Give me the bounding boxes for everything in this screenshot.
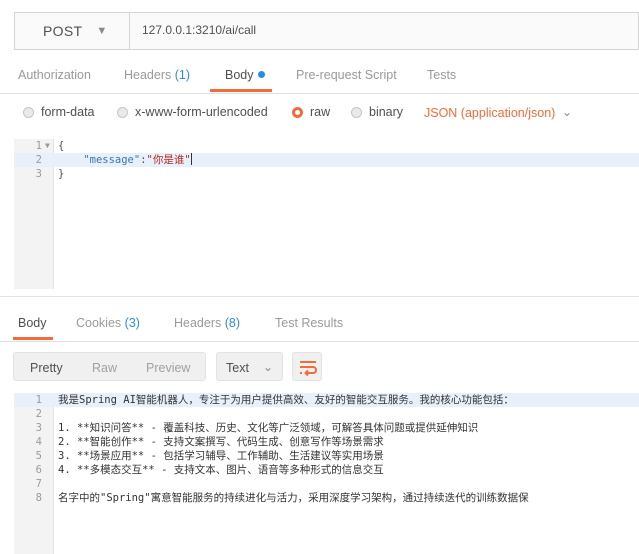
request-url-bar: POST ▼ 127.0.0.1:3210/ai/call <box>14 12 639 50</box>
line-number: 5 <box>35 450 42 462</box>
line-number: 2 <box>35 154 42 166</box>
tab-response-headers-label: Headers <box>174 316 222 330</box>
wrap-lines-icon <box>300 361 317 377</box>
content-type-select[interactable]: JSON (application/json) <box>424 106 555 120</box>
radio-urlencoded[interactable]: x-www-form-urlencoded <box>117 105 268 119</box>
code-line: 3 } <box>14 167 639 181</box>
json-value: "你是谁" <box>146 154 191 166</box>
response-text: 我是Spring AI智能机器人，专注于为用户提供高效、友好的智能交互服务。我的… <box>58 394 514 406</box>
radio-raw-label: raw <box>310 105 331 119</box>
chevron-down-icon[interactable]: ⌄ <box>562 105 572 119</box>
tab-cookies-label: Cookies <box>76 316 122 330</box>
chevron-down-icon: ⌄ <box>263 360 274 374</box>
tab-tests[interactable]: Tests <box>427 68 456 82</box>
response-toolbar: Pretty Raw Preview Text ⌄ <box>0 350 639 384</box>
response-line: 3 1. **知识问答** - 覆盖科技、历史、文化等广泛领域，可解答具体问题或提… <box>14 421 639 435</box>
response-text: 1. **知识问答** - 覆盖科技、历史、文化等广泛领域，可解答具体问题或提供… <box>58 422 479 434</box>
radio-form-data-label: form-data <box>41 105 95 119</box>
tab-response-body[interactable]: Body <box>18 316 47 330</box>
response-text: 4. **多模态交互** - 支持文本、图片、语音等多种形式的信息交互 <box>58 464 384 476</box>
raw-button[interactable]: Raw <box>92 361 117 375</box>
tab-authorization[interactable]: Authorization <box>18 68 91 82</box>
line-number: 6 <box>35 464 42 476</box>
line-number: 2 <box>35 408 42 420</box>
text-cursor <box>190 153 192 165</box>
radio-raw[interactable]: raw <box>292 105 330 119</box>
radio-form-data[interactable]: form-data <box>23 105 95 119</box>
format-label: Text <box>226 361 249 375</box>
response-line: 5 3. **场景应用** - 包括学习辅导、工作辅助、生活建议等实用场景 <box>14 449 639 463</box>
tab-headers-label: Headers <box>124 68 172 82</box>
method-label: POST <box>43 23 83 39</box>
radio-circle-icon <box>23 106 34 118</box>
line-number: 3 <box>35 422 42 434</box>
response-line: 7 <box>14 477 639 491</box>
code-text: } <box>58 168 65 180</box>
code-line: 1 ▼ { <box>14 139 639 153</box>
response-text: 3. **场景应用** - 包括学习辅导、工作辅助、生活建议等实用场景 <box>58 450 384 462</box>
format-select[interactable]: Text ⌄ <box>216 352 283 381</box>
chevron-down-icon: ▼ <box>96 25 108 37</box>
view-mode-segmented: Pretty Raw Preview <box>13 352 206 381</box>
line-number: 1 <box>35 394 42 406</box>
json-key: "message" <box>83 154 141 166</box>
wrap-lines-button[interactable] <box>292 352 322 381</box>
tab-response-headers[interactable]: Headers (8) <box>174 316 240 330</box>
line-number: 3 <box>35 168 42 180</box>
fold-arrow-icon[interactable]: ▼ <box>45 139 50 153</box>
tab-response-headers-count: (8) <box>224 316 241 330</box>
request-body-editor[interactable]: 1 ▼ { 2 "message":"你是谁" 3 } <box>14 139 639 289</box>
response-line: 6 4. **多模态交互** - 支持文本、图片、语音等多种形式的信息交互 <box>14 463 639 477</box>
tab-body-label: Body <box>225 68 254 82</box>
radio-circle-icon <box>351 106 362 118</box>
response-line: 4 2. **智能创作** - 支持文案撰写、代码生成、创意写作等场景需求 <box>14 435 639 449</box>
url-input[interactable]: 127.0.0.1:3210/ai/call <box>142 23 256 37</box>
tab-cookies[interactable]: Cookies (3) <box>76 316 140 330</box>
line-number: 4 <box>35 436 42 448</box>
radio-binary-label: binary <box>369 105 404 119</box>
tab-cookies-count: (3) <box>124 316 140 330</box>
modified-dot-icon <box>257 71 265 78</box>
tab-test-results[interactable]: Test Results <box>275 316 343 330</box>
radio-urlencoded-label: x-www-form-urlencoded <box>135 105 268 119</box>
method-select[interactable]: POST ▼ <box>15 13 130 49</box>
response-text: 名字中的"Spring"寓意智能服务的持续进化与活力，采用深度学习架构，通过持续… <box>58 492 529 504</box>
active-tab-underline <box>210 89 272 92</box>
code-line-active: 2 "message":"你是谁" <box>14 153 639 167</box>
radio-circle-icon <box>117 106 128 118</box>
tab-headers[interactable]: Headers (1) <box>124 68 190 82</box>
response-line: 1 我是Spring AI智能机器人，专注于为用户提供高效、友好的智能交互服务。我… <box>14 393 639 407</box>
code-text: { <box>58 140 65 152</box>
tab-headers-count: (1) <box>174 68 191 82</box>
line-number: 7 <box>35 478 42 490</box>
response-body-viewer[interactable]: 1 我是Spring AI智能机器人，专注于为用户提供高效、友好的智能交互服务。我… <box>14 393 639 554</box>
body-type-radios: form-data x-www-form-urlencoded raw bina… <box>0 96 639 128</box>
pane-divider[interactable] <box>0 296 639 297</box>
response-tabs: Body Cookies (3) Headers (8) Test Result… <box>0 306 639 342</box>
radio-selected-icon <box>292 106 303 118</box>
line-number: 1 <box>35 140 42 152</box>
active-tab-underline <box>13 337 53 340</box>
code-text: "message":"你是谁" <box>58 153 192 167</box>
response-line: 8 名字中的"Spring"寓意智能服务的持续进化与活力，采用深度学习架构，通过持… <box>14 491 639 505</box>
tab-prerequest-script[interactable]: Pre-request Script <box>296 68 397 82</box>
pretty-button[interactable]: Pretty <box>30 361 63 375</box>
preview-button[interactable]: Preview <box>146 361 190 375</box>
response-line: 2 <box>14 407 639 421</box>
tab-body[interactable]: Body <box>225 68 265 82</box>
line-number: 8 <box>35 492 42 504</box>
response-text: 2. **智能创作** - 支持文案撰写、代码生成、创意写作等场景需求 <box>58 436 384 448</box>
request-tabs: Authorization Headers (1) Body Pre-reque… <box>0 58 639 94</box>
radio-binary[interactable]: binary <box>351 105 403 119</box>
